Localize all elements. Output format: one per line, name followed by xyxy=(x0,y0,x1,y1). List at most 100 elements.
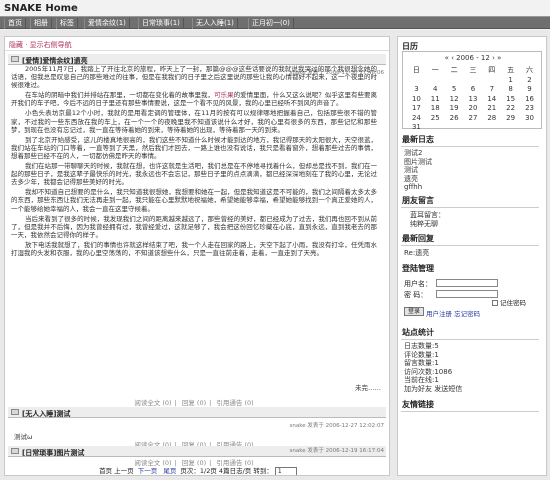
recent-replies-list: Re:遗亮 xyxy=(404,249,429,258)
login-links: 用户注册 忘记密码 xyxy=(426,308,480,318)
calendar-day[interactable]: 4 xyxy=(426,85,445,95)
pager-next-link[interactable]: 下一页 xyxy=(138,467,158,475)
calendar-day xyxy=(445,75,464,85)
page-jump-select[interactable]: 1 xyxy=(274,466,297,475)
calendar-day xyxy=(464,75,483,85)
post-title-bar: [无人入睡]测试 xyxy=(8,407,386,418)
post-meta: snake 发表于 2006-12-19 16:17:04 xyxy=(289,448,384,454)
recent-post-link[interactable]: 图片测试 xyxy=(404,158,432,167)
calendar-day[interactable]: 24 xyxy=(407,113,426,123)
calendar-day[interactable]: 20 xyxy=(464,104,483,114)
highlighted-text: 可乐果 xyxy=(214,91,234,100)
nav-tags[interactable]: 标签 xyxy=(56,18,78,29)
remember-checkbox[interactable] xyxy=(492,300,498,306)
calendar-grid: 日一二三四五六 1 2 3 4 5 6 7 8 9 10 11 12 13 14 15 16 17 18 19 20 21… xyxy=(407,65,539,132)
calendar-day[interactable]: 31 xyxy=(407,123,426,133)
post-body: 2005年11月7日，我踏上了开往北京的旅程，昨天上了一封，那篇@@@这些话要说… xyxy=(11,65,377,367)
guestbook-entry[interactable]: 蓝耳留言： xyxy=(410,211,445,220)
stat-online: 当前在线:1 xyxy=(404,376,439,385)
post-meta: snake 发表于 2006-12-27 12:02:07 xyxy=(289,423,384,429)
calendar-day[interactable]: 8 xyxy=(501,85,520,95)
calendar-day[interactable]: 19 xyxy=(445,104,464,114)
calendar-day[interactable]: 15 xyxy=(501,94,520,104)
calendar-weekday: 日 xyxy=(412,66,420,74)
nav-category-sleepless[interactable]: 无人入睡(1) xyxy=(192,18,238,29)
guestbook-entry[interactable]: 纯粹无聊 xyxy=(410,220,445,229)
calendar-day[interactable]: 23 xyxy=(520,104,539,114)
calendar-day[interactable]: 29 xyxy=(501,113,520,123)
calendar-day[interactable]: 18 xyxy=(426,104,445,114)
calendar-day[interactable]: 6 xyxy=(464,85,483,95)
password-input[interactable] xyxy=(436,290,498,298)
comments-link[interactable]: 回复 (0) xyxy=(182,399,206,407)
login-title: 登陆管理 xyxy=(402,264,434,273)
calendar-day[interactable]: 7 xyxy=(482,85,501,95)
nav-category-daily[interactable]: 日常琐事(1) xyxy=(138,18,184,29)
post-paragraph: 在车站的阴暗中我们并排站在那里，一切都在变化着的故事里我，可乐果的爱情里面，什么… xyxy=(11,91,377,108)
trackback-link[interactable]: 引用通告 (0) xyxy=(216,399,253,407)
calendar-day[interactable]: 12 xyxy=(445,94,464,104)
username-label: 用户名： xyxy=(404,280,432,288)
pager-prev: 上一页 xyxy=(114,467,134,475)
divider xyxy=(401,207,539,208)
calendar-day[interactable]: 11 xyxy=(426,94,445,104)
calendar-day[interactable]: 25 xyxy=(426,113,445,123)
recent-post-link[interactable]: gffhh xyxy=(404,183,432,192)
calendar-day[interactable]: 21 xyxy=(482,104,501,114)
calendar-day[interactable]: 27 xyxy=(464,113,483,123)
post-paragraph: 我却不知道自己想要的是什么，我只知道我很想她，我想要和她在一起，但是我知道这是不… xyxy=(11,188,377,213)
calendar-day xyxy=(482,75,501,85)
calendar-day[interactable]: 22 xyxy=(501,104,520,114)
calendar-weekday: 四 xyxy=(488,66,496,74)
calendar-day[interactable]: 1 xyxy=(501,75,520,85)
calendar-day[interactable]: 26 xyxy=(445,113,464,123)
post-paragraph: 到了北京开始感受，这儿的楼真地很高的，我们这些不知道什么时候才能到达的地方，我记… xyxy=(11,135,377,160)
calendar-day[interactable]: 3 xyxy=(407,85,426,95)
calendar-day[interactable]: 13 xyxy=(464,94,483,104)
pagination: 首页 上一页 下一页 尾页 页次：1/2页 4篇日志/页 转到： 1 xyxy=(5,465,389,475)
nav-category-love[interactable]: 爱情余纹(1) xyxy=(84,18,130,29)
post-title[interactable]: [无人入睡]测试 xyxy=(22,409,70,419)
register-link[interactable]: 用户注册 xyxy=(426,310,452,318)
divider xyxy=(401,245,539,246)
calendar-day[interactable]: 17 xyxy=(407,104,426,114)
calendar-weekday: 二 xyxy=(450,66,458,74)
forgot-password-link[interactable]: 忘记密码 xyxy=(454,310,480,318)
pager-first: 首页 xyxy=(99,467,113,475)
read-full-link[interactable]: 阅读全文 (0) xyxy=(134,399,171,407)
calendar-day[interactable]: 5 xyxy=(445,85,464,95)
post-paragraph: 小色头表坊京最12个小时，我就的是用看定调的管理体，在11月的按有可以规律哪地把… xyxy=(11,109,377,134)
read-more-link[interactable]: 未完…… xyxy=(355,382,381,392)
calendar-day[interactable]: 16 xyxy=(520,94,539,104)
post-title-bar: [爱情]爱情余纹]遗亮 xyxy=(8,54,386,65)
recent-post-link[interactable]: 测试2 xyxy=(404,149,432,158)
calendar-day xyxy=(464,123,483,133)
calendar-day xyxy=(482,123,501,133)
site-title[interactable]: SNAKE Home xyxy=(4,3,78,14)
pager-info: 页次：1/2页 4篇日志/页 转到： xyxy=(180,467,273,475)
remember-password[interactable]: 记住密码 xyxy=(492,297,526,307)
recent-post-link[interactable]: 遗亮 xyxy=(404,175,432,184)
nav-home[interactable]: 首页 xyxy=(4,18,26,29)
calendar-day[interactable]: 10 xyxy=(407,94,426,104)
nav-album[interactable]: 相册 xyxy=(30,18,52,29)
calendar-day[interactable]: 30 xyxy=(520,113,539,123)
pager-last-link[interactable]: 尾页 xyxy=(163,467,176,475)
calendar-month-nav[interactable]: « ‹ 2006 - 12 › » xyxy=(403,54,543,62)
recent-reply-link[interactable]: Re:遗亮 xyxy=(404,249,429,258)
add-friend-send-message[interactable]: 加为好友 发送短信 xyxy=(404,385,462,394)
calendar-day xyxy=(445,123,464,133)
username-input[interactable] xyxy=(436,279,498,287)
main-content: 隐藏 · 显示右侧导航 [爱情]爱情余纹]遗亮 snake 发表于 2006-1… xyxy=(4,36,390,476)
login-button[interactable]: 登录 xyxy=(404,307,424,316)
login-form: 用户名： 密 码： 记住密码 登录 用户注册 忘记密码 xyxy=(402,275,542,318)
calendar-day[interactable]: 14 xyxy=(482,94,501,104)
nav-category-newyear[interactable]: 正月初一(0) xyxy=(248,18,294,29)
toggle-sidebar-link[interactable]: 隐藏 · 显示右侧导航 xyxy=(9,40,72,50)
calendar-day[interactable]: 2 xyxy=(520,75,539,85)
calendar-day xyxy=(426,75,445,85)
calendar-day[interactable]: 28 xyxy=(482,113,501,123)
divider xyxy=(401,146,539,147)
recent-post-link[interactable]: 测试 xyxy=(404,166,432,175)
calendar-day[interactable]: 9 xyxy=(520,85,539,95)
